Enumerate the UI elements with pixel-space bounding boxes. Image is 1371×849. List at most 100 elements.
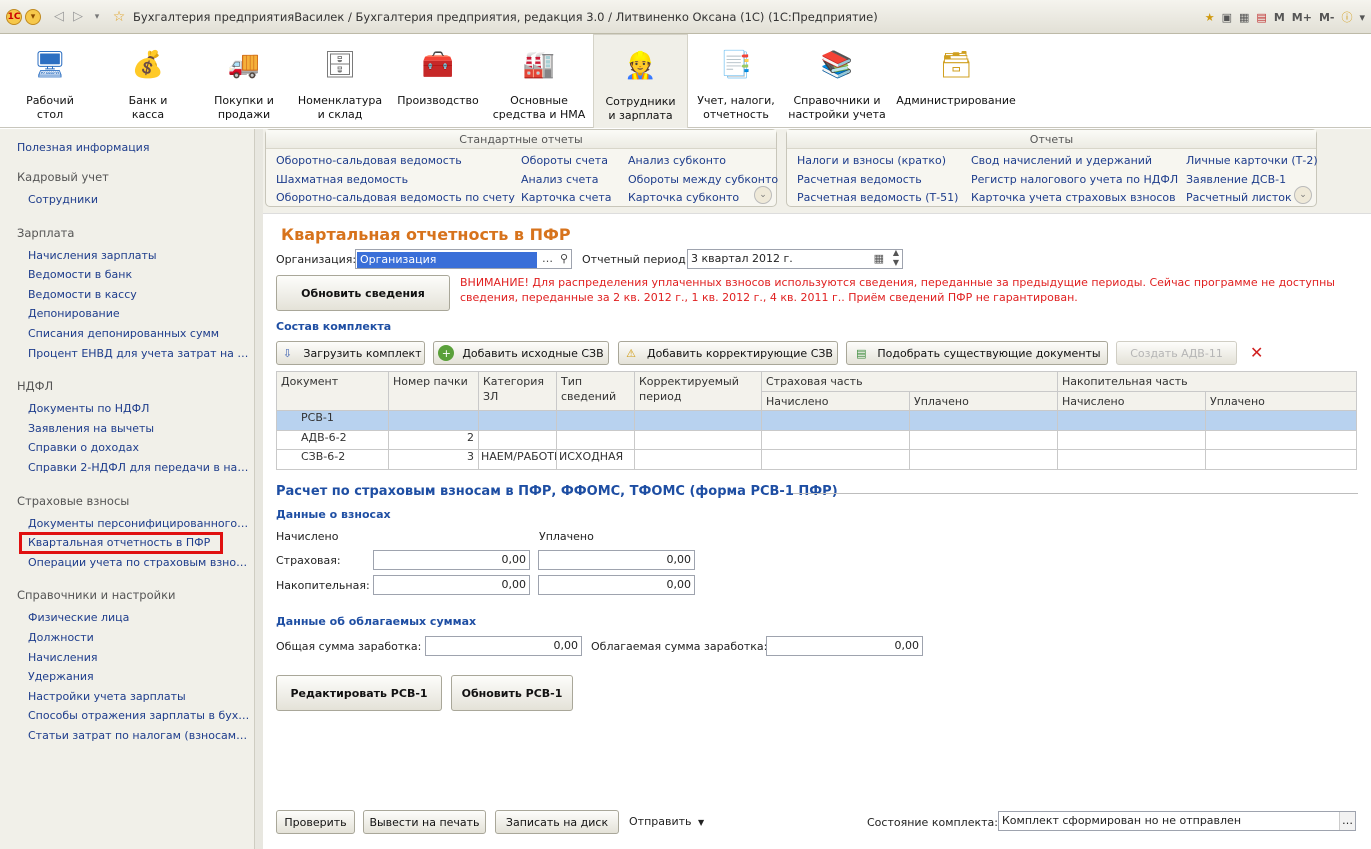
col-header-period[interactable]: Корректируемый период <box>634 371 762 411</box>
cell[interactable] <box>908 429 1059 450</box>
sidebar-item-envd-percent[interactable]: Процент ЕНВД для учета затрат на зар... <box>0 344 250 364</box>
cell[interactable] <box>908 410 1059 431</box>
favorite-star-icon[interactable]: ☆ <box>111 9 127 25</box>
sidebar-item-deposit[interactable]: Депонирование <box>0 304 250 324</box>
col-header-type[interactable]: Тип сведений <box>556 371 635 411</box>
memory-minus-button[interactable]: M- <box>1319 11 1335 24</box>
col-header-ins-paid[interactable]: Уплачено <box>908 390 1059 411</box>
period-spinner-icon[interactable]: ▲ ▼ <box>893 250 899 268</box>
cell[interactable] <box>1205 449 1358 470</box>
col-header-accumulative[interactable]: Накопительная часть <box>1057 371 1358 392</box>
kit-state-field[interactable]: Комплект сформирован но не отправлен … <box>998 811 1356 831</box>
col-header-pack[interactable]: Номер пачки <box>388 371 479 411</box>
cell-category[interactable] <box>478 410 557 431</box>
check-button[interactable]: Проверить <box>276 810 355 834</box>
sidebar-item-cost-items[interactable]: Статьи затрат по налогам (взносам) с ... <box>0 726 250 746</box>
sidebar-item-employees[interactable]: Сотрудники <box>0 190 250 210</box>
accumulative-charged-field[interactable]: 0,00 <box>373 575 530 595</box>
report-link[interactable]: Налоги и взносы (кратко) <box>797 152 958 171</box>
window-menu-icon[interactable]: ▾ <box>1359 11 1365 24</box>
cell[interactable] <box>761 429 910 450</box>
report-link[interactable]: Оборотно-сальдовая ведомость по счету <box>276 189 515 208</box>
cell[interactable] <box>1205 410 1358 431</box>
memory-m-button[interactable]: M <box>1274 11 1285 24</box>
cell-pack[interactable]: 2 <box>388 429 479 450</box>
section-purchases[interactable]: 🚚 Покупки и продажи <box>202 34 286 128</box>
col-header-insurance[interactable]: Страховая часть <box>760 371 1059 392</box>
cell-pack[interactable] <box>388 410 479 431</box>
cell-type[interactable] <box>556 429 635 450</box>
section-fixed-assets[interactable]: 🏭 Основные средства и НМА <box>490 34 588 128</box>
sidebar-item-insurance-ops[interactable]: Операции учета по страховым взносам <box>0 553 250 573</box>
load-kit-button[interactable]: ⇩ Загрузить комплект <box>276 341 425 365</box>
forward-icon[interactable]: ▷ <box>70 9 86 25</box>
bookmark-icon[interactable]: ▣ <box>1222 11 1232 24</box>
section-employees[interactable]: 👷 Сотрудники и зарплата <box>593 34 688 128</box>
sidebar-item-individuals[interactable]: Физические лица <box>0 608 250 628</box>
sidebar-item-deposit-writeoff[interactable]: Списания депонированных сумм <box>0 324 250 344</box>
sidebar-item-2ndfl[interactable]: Справки 2-НДФЛ для передачи в налог... <box>0 458 250 478</box>
sidebar-item-salary-reflection[interactable]: Способы отражения зарплаты в бух. у... <box>0 706 250 726</box>
report-link[interactable]: Обороты между субконто <box>628 171 778 190</box>
report-link[interactable]: Личные карточки (Т-2) <box>1186 152 1318 171</box>
cell-document[interactable]: РСВ-1 <box>276 410 389 431</box>
cell-type[interactable]: ИСХОДНАЯ <box>556 449 635 470</box>
cell-category[interactable] <box>478 429 557 450</box>
1c-logo-icon[interactable]: 1С <box>6 8 22 25</box>
sidebar-item-bank-statements[interactable]: Ведомости в банк <box>0 265 250 285</box>
insurance-charged-field[interactable]: 0,00 <box>373 550 530 570</box>
cell-pack[interactable]: 3 <box>388 449 479 470</box>
col-header-category[interactable]: Категория ЗЛ <box>478 371 557 411</box>
history-dropdown-icon[interactable]: ▾ <box>89 9 105 25</box>
expand-chevron-icon[interactable]: ⌄ <box>754 186 772 204</box>
section-production[interactable]: 🧰 Производство <box>393 34 483 128</box>
calculator-icon[interactable]: ▦ <box>1239 11 1249 24</box>
sidebar-item-personified-docs[interactable]: Документы персонифицированного уче... <box>0 514 250 534</box>
print-button[interactable]: Вывести на печать <box>363 810 486 834</box>
report-link[interactable]: Анализ субконто <box>628 152 778 171</box>
search-icon[interactable]: ⚲ <box>560 250 568 268</box>
section-desktop[interactable]: 🖥 Рабочий стол <box>8 34 92 128</box>
sidebar-useful-info[interactable]: Полезная информация <box>0 129 254 154</box>
pick-existing-docs-button[interactable]: ▤ Подобрать существующие документы <box>846 341 1108 365</box>
organization-field[interactable]: Организация … ⚲ <box>355 249 572 269</box>
section-nomenclature[interactable]: 🗄 Номенклатура и склад <box>295 34 385 128</box>
section-bank[interactable]: 💰 Банк и касса <box>106 34 190 128</box>
total-earnings-field[interactable]: 0,00 <box>425 636 582 656</box>
calendar-icon[interactable]: ▦ <box>874 250 884 268</box>
save-to-disk-button[interactable]: Записать на диск <box>495 810 619 834</box>
report-link[interactable]: Регистр налогового учета по НДФЛ <box>971 171 1178 190</box>
section-administration[interactable]: 🗃 Администрирование <box>895 34 1017 128</box>
main-menu-icon[interactable]: ▾ <box>25 8 41 25</box>
cell[interactable] <box>908 449 1059 470</box>
favorites-icon[interactable]: ★ <box>1205 11 1215 24</box>
sidebar-item-salary-accruals[interactable]: Начисления зарплаты <box>0 246 250 266</box>
cell-document[interactable]: АДВ-6-2 <box>276 429 389 450</box>
calendar-icon[interactable]: ▤ <box>1256 11 1266 24</box>
refresh-data-button[interactable]: Обновить сведения <box>276 275 450 311</box>
delete-icon[interactable]: ✕ <box>1250 343 1263 362</box>
report-link[interactable]: Анализ счета <box>521 171 612 190</box>
add-source-szv-button[interactable]: + Добавить исходные СЗВ <box>433 341 609 365</box>
cell[interactable] <box>1057 449 1207 470</box>
cell-category[interactable]: НАЕМ/РАБОТН <box>478 449 557 470</box>
cell[interactable] <box>1057 429 1207 450</box>
report-link[interactable]: Карточка счета <box>521 189 612 208</box>
expand-chevron-icon[interactable]: ⌄ <box>1294 186 1312 204</box>
sidebar-item-accruals[interactable]: Начисления <box>0 648 250 668</box>
sidebar-item-pfr-quarterly[interactable]: Квартальная отчетность в ПФР <box>19 532 223 554</box>
add-corrective-szv-button[interactable]: ⚠ Добавить корректирующие СЗВ <box>618 341 838 365</box>
accumulative-paid-field[interactable]: 0,00 <box>538 575 695 595</box>
report-link[interactable]: Шахматная ведомость <box>276 171 515 190</box>
col-header-acc-charged[interactable]: Начислено <box>1057 390 1207 411</box>
info-icon[interactable]: ⓘ <box>1341 9 1352 25</box>
memory-plus-button[interactable]: M+ <box>1292 11 1312 24</box>
cell-period[interactable] <box>634 410 762 431</box>
col-header-document[interactable]: Документ <box>276 371 389 411</box>
sidebar-item-deduction-apps[interactable]: Заявления на вычеты <box>0 419 250 439</box>
table-row[interactable]: СЗВ-6-2 3 НАЕМ/РАБОТН ИСХОДНАЯ <box>276 449 1358 470</box>
table-row[interactable]: АДВ-6-2 2 <box>276 429 1358 450</box>
section-accounting[interactable]: 📑 Учет, налоги, отчетность <box>692 34 780 128</box>
sidebar-item-deductions[interactable]: Удержания <box>0 667 250 687</box>
back-icon[interactable]: ◁ <box>51 9 67 25</box>
